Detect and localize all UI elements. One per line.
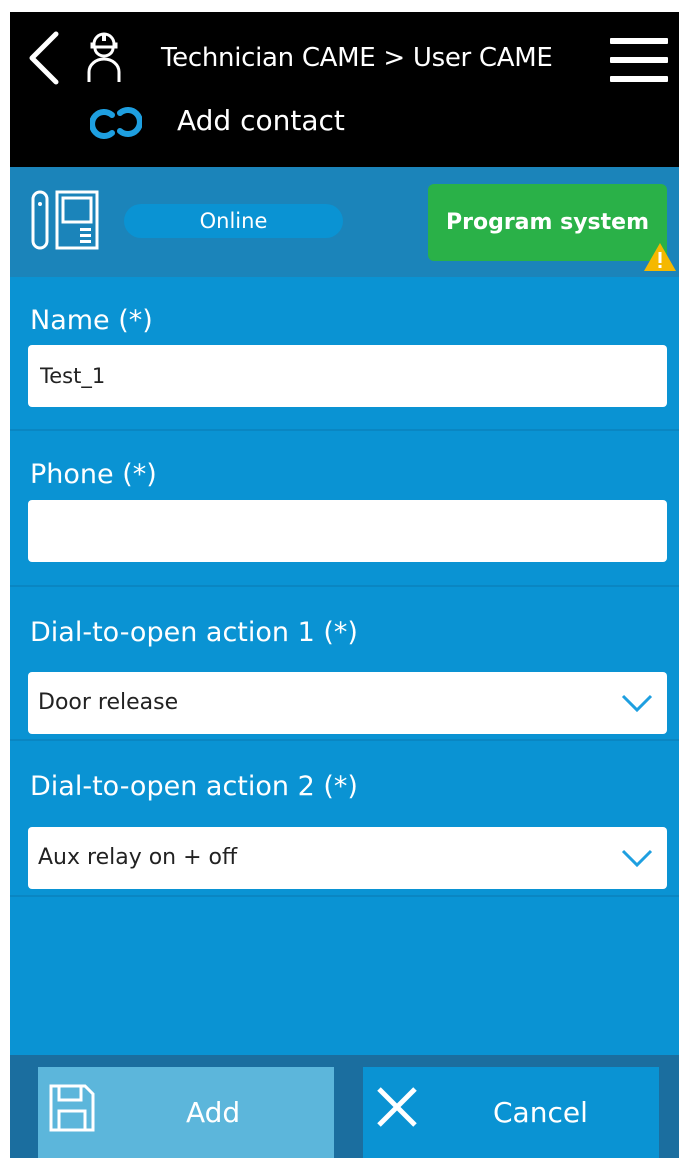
cancel-button-label: Cancel: [493, 1096, 588, 1129]
name-section: Name (*): [10, 277, 679, 431]
action2-select[interactable]: Aux relay on + off: [28, 827, 667, 889]
app-screen: Technician CAME > User CAME Add contact …: [10, 12, 679, 1158]
status-bar: Online Program system: [10, 167, 679, 277]
warning-icon: [644, 243, 676, 271]
action-footer: Add Cancel: [10, 1055, 679, 1158]
program-system-button[interactable]: Program system: [428, 184, 667, 261]
chevron-down-icon: [621, 694, 653, 713]
breadcrumb: Technician CAME > User CAME: [161, 43, 553, 73]
save-icon: [49, 1084, 95, 1132]
technician-icon: [87, 32, 121, 82]
action1-section: Dial-to-open action 1 (*) Door release: [10, 587, 679, 741]
chevron-down-icon: [621, 849, 653, 868]
connection-status-badge: Online: [124, 204, 343, 238]
add-button-label: Add: [186, 1096, 241, 1129]
cancel-button[interactable]: Cancel: [363, 1067, 659, 1158]
phone-label: Phone (*): [30, 459, 157, 490]
action1-select[interactable]: Door release: [28, 672, 667, 734]
chevron-left-icon[interactable]: [24, 28, 64, 88]
menu-icon[interactable]: [610, 38, 670, 84]
name-label: Name (*): [30, 305, 153, 336]
add-button[interactable]: Add: [38, 1067, 334, 1158]
action1-value: Door release: [38, 690, 179, 715]
page-title: Add contact: [177, 104, 345, 137]
name-field[interactable]: [28, 345, 667, 407]
phone-section: Phone (*): [10, 431, 679, 587]
top-bar: Technician CAME > User CAME Add contact: [10, 12, 679, 167]
close-icon: [377, 1087, 417, 1127]
came-cloud-icon: [90, 107, 142, 139]
action2-section: Dial-to-open action 2 (*) Aux relay on +…: [10, 741, 679, 897]
phone-field[interactable]: [28, 500, 667, 562]
action1-label: Dial-to-open action 1 (*): [30, 617, 358, 648]
intercom-device-icon: [31, 190, 99, 250]
action2-label: Dial-to-open action 2 (*): [30, 771, 358, 802]
action2-value: Aux relay on + off: [38, 845, 238, 870]
